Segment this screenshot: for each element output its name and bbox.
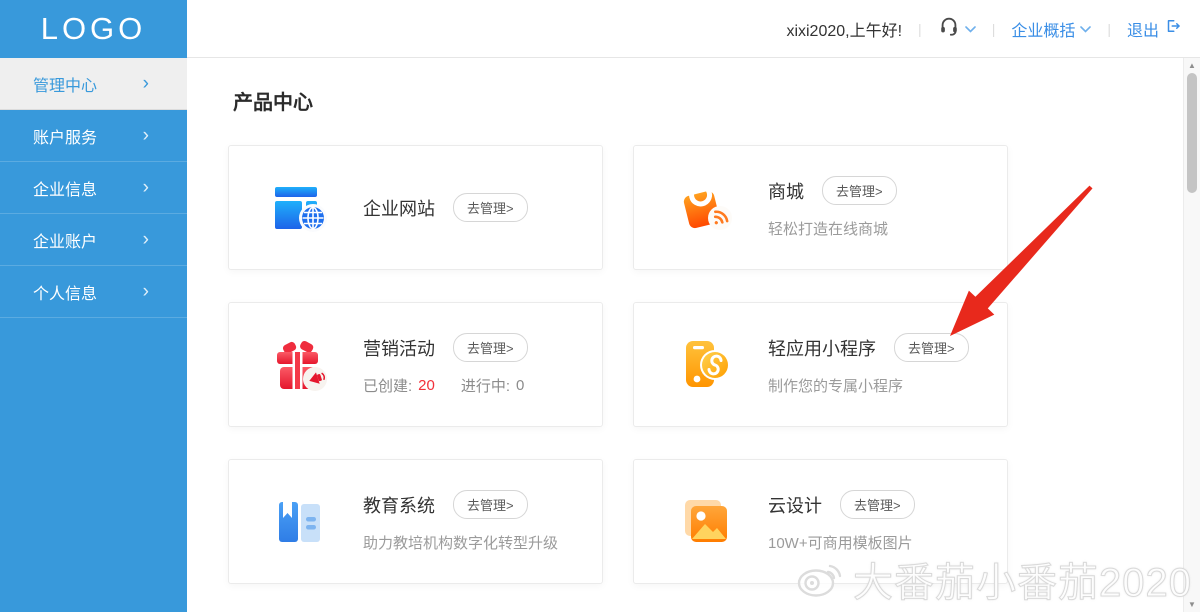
company-overview-label: 企业概括 [1011,17,1075,41]
logo: LOGO [0,0,187,58]
sidebar-item-account-service[interactable]: 账户服务 › [0,110,187,162]
running-label: 进行中: [461,375,510,396]
company-overview-dropdown[interactable]: 企业概括 [1011,17,1091,41]
scroll-up-arrow-icon[interactable]: ▲ [1184,61,1200,70]
sidebar-item-label: 企业账户 [33,228,97,252]
chevron-down-icon [965,20,976,38]
main-content: 产品中心 [187,58,1183,612]
sidebar-item-enterprise-info[interactable]: 企业信息 › [0,162,187,214]
card-marketing: 营销活动 去管理> 已创建: 20 进行中: 0 [228,302,603,427]
manage-button[interactable]: 去管理> [822,176,897,205]
created-label: 已创建: [363,375,412,396]
card-title: 商城 [768,178,804,204]
manage-button[interactable]: 去管理> [840,490,915,519]
divider: | [918,21,922,37]
product-card-grid: 企业网站 去管理> [228,145,1183,584]
topbar: xixi2020,上午好! | | 企业概括 | 退出 [187,0,1200,58]
marketing-gift-icon [269,334,331,396]
manage-button[interactable]: 去管理> [453,193,528,222]
card-subtitle: 助力教培机构数字化转型升级 [363,532,558,553]
card-mall: 商城 去管理> 轻松打造在线商城 [633,145,1008,270]
sidebar-item-label: 企业信息 [33,176,97,200]
dashboard-page: LOGO 管理中心 › 账户服务 › 企业信息 › 企业账户 › 个人信息 › … [0,0,1200,612]
education-book-icon [269,491,331,553]
support-dropdown[interactable] [938,15,976,42]
sidebar-item-personal-info[interactable]: 个人信息 › [0,266,187,318]
card-title: 轻应用小程序 [768,335,876,361]
scrollbar-thumb[interactable] [1187,73,1197,193]
sidebar-item-management-center[interactable]: 管理中心 › [0,58,187,110]
logout-label: 退出 [1127,17,1159,41]
user-greeting: xixi2020,上午好! [786,17,902,41]
page-title: 产品中心 [233,86,1183,115]
manage-button[interactable]: 去管理> [453,490,528,519]
card-title: 云设计 [768,492,822,518]
sidebar: LOGO 管理中心 › 账户服务 › 企业信息 › 企业账户 › 个人信息 › [0,0,187,612]
logout-button[interactable]: 退出 [1127,17,1182,41]
card-title: 营销活动 [363,335,435,361]
sidebar-item-enterprise-account[interactable]: 企业账户 › [0,214,187,266]
cloud-design-image-icon [674,491,736,553]
logout-icon [1164,17,1182,40]
card-title: 企业网站 [363,195,435,221]
chevron-right-icon: › [143,282,149,301]
chevron-down-icon [1080,20,1091,38]
manage-button[interactable]: 去管理> [894,333,969,362]
card-subtitle: 轻松打造在线商城 [768,218,897,239]
divider: | [1107,21,1111,37]
sidebar-item-label: 管理中心 [33,72,97,96]
divider: | [992,21,996,37]
website-icon [269,177,331,239]
card-enterprise-website: 企业网站 去管理> [228,145,603,270]
card-title: 教育系统 [363,492,435,518]
created-value: 20 [418,377,435,394]
chevron-right-icon: › [143,178,149,197]
manage-button[interactable]: 去管理> [453,333,528,362]
card-subtitle: 制作您的专属小程序 [768,375,969,396]
chevron-right-icon: › [143,74,149,93]
card-education: 教育系统 去管理> 助力教培机构数字化转型升级 [228,459,603,584]
card-subtitle: 10W+可商用模板图片 [768,532,915,553]
card-stats: 已创建: 20 进行中: 0 [363,375,528,396]
headset-icon [938,15,960,42]
vertical-scrollbar[interactable]: ▲ ▼ [1183,58,1200,612]
sidebar-item-label: 个人信息 [33,280,97,304]
chevron-right-icon: › [143,126,149,145]
scroll-down-arrow-icon[interactable]: ▼ [1184,600,1200,609]
chevron-right-icon: › [143,230,149,249]
card-cloud-design: 云设计 去管理> 10W+可商用模板图片 [633,459,1008,584]
sidebar-item-label: 账户服务 [33,124,97,148]
mini-program-phone-icon [674,334,736,396]
card-mini-program: 轻应用小程序 去管理> 制作您的专属小程序 [633,302,1008,427]
mall-icon [674,177,736,239]
running-value: 0 [516,377,524,394]
